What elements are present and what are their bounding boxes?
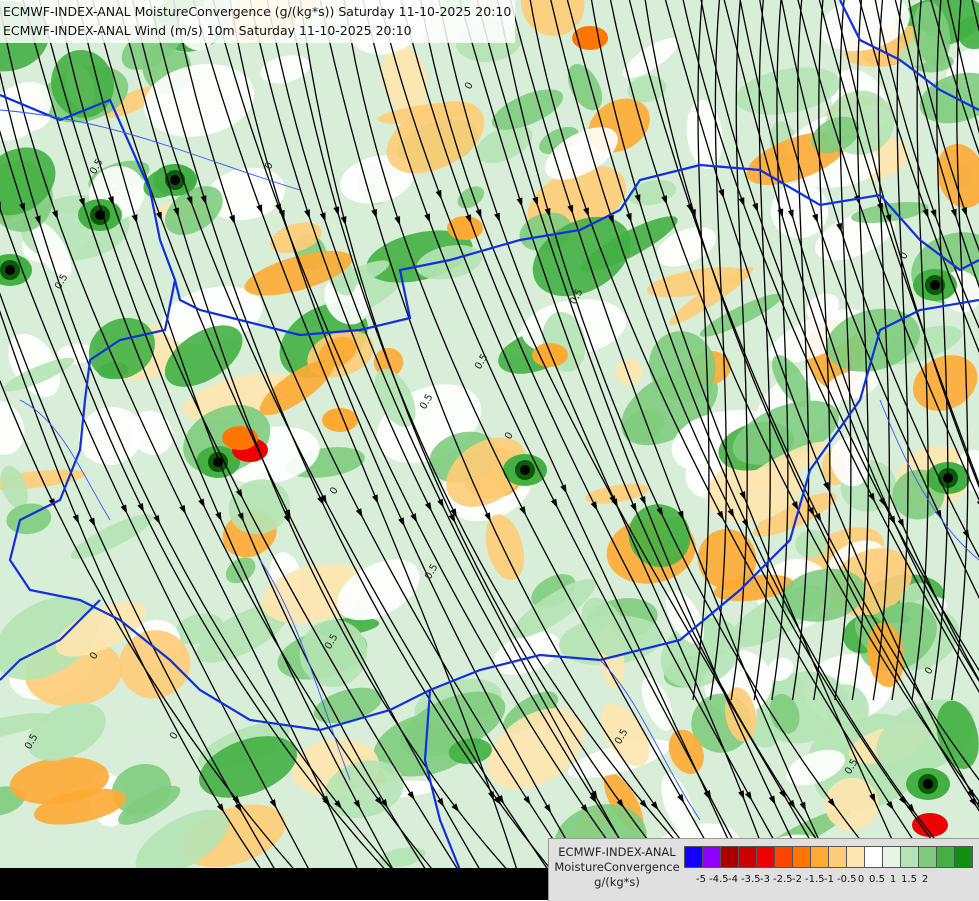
legend-tick-label: 1.5 [901,874,917,885]
legend-tick-label: -4.5 [709,874,729,885]
legend-tick-label: 1 [889,874,897,885]
header-line-moisture: ECMWF-INDEX-ANAL MoistureConvergence (g/… [3,4,512,19]
legend-tick-label: -4 [728,874,738,885]
legend-tick-label: -5 [696,874,706,885]
legend-tick-label: 0 [857,874,865,885]
legend-title: ECMWF-INDEX-ANAL MoistureConvergence g/(… [549,845,685,890]
legend-model: ECMWF-INDEX-ANAL [558,845,676,859]
color-legend: ECMWF-INDEX-ANAL MoistureConvergence g/(… [548,838,979,901]
legend-swatch [702,846,721,868]
legend-swatch [846,846,865,868]
legend-swatch [720,846,739,868]
legend-tick-label: 2 [921,874,929,885]
legend-tick-label: -3 [760,874,770,885]
legend-tick-label: -0.5 [837,874,857,885]
map-header: ECMWF-INDEX-ANAL MoistureConvergence (g/… [0,0,516,43]
legend-swatch [774,846,793,868]
legend-swatch [954,846,973,868]
legend-variable: MoistureConvergence [554,860,680,874]
legend-tick-label: -2.5 [773,874,793,885]
legend-tick-label: -1 [824,874,834,885]
legend-tick-label: -2 [792,874,802,885]
legend-swatch [756,846,775,868]
legend-swatch [882,846,901,868]
legend-swatch [936,846,955,868]
legend-unit: g/(kg*s) [594,875,640,889]
header-line-wind: ECMWF-INDEX-ANAL Wind (m/s) 10m Saturday… [3,23,412,38]
legend-swatch [828,846,847,868]
moisture-convergence-map[interactable]: 0.5 00.500.500.50.500.500.500.50.500.50 [0,0,979,900]
legend-swatch [810,846,829,868]
legend-swatch [792,846,811,868]
legend-swatch [864,846,883,868]
legend-swatches [684,846,973,868]
legend-tick-label: 0.5 [869,874,885,885]
legend-tick-label: -3.5 [741,874,761,885]
legend-swatch [918,846,937,868]
legend-swatch [900,846,919,868]
legend-swatch [738,846,757,868]
legend-swatch [684,846,703,868]
legend-ticks: -5 -4.5 -4 -3.5 -3 -2.5 -2 -1.5 -1 -0.5 0 0.5 1 1.5 2 [685,874,928,885]
legend-tick-label: -1.5 [805,874,825,885]
